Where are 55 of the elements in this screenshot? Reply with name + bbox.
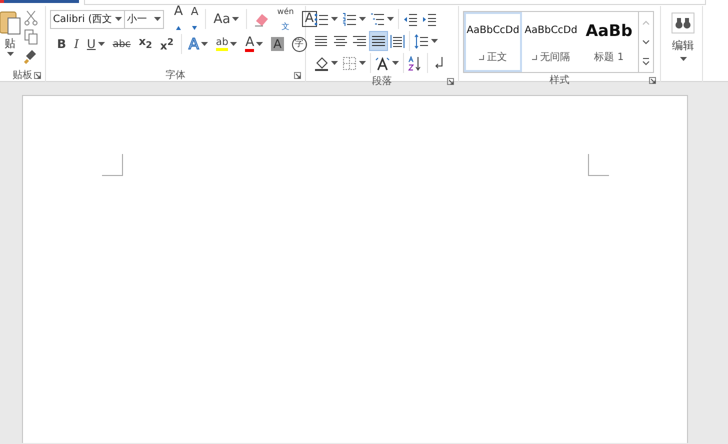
justify-icon (371, 34, 386, 48)
align-right-icon (352, 34, 367, 48)
dialog-launcher-icon[interactable] (649, 77, 656, 84)
paste-button[interactable]: 贴 (0, 8, 22, 66)
font-name-combo[interactable]: Calibri (西文 (50, 10, 125, 28)
font-size-combo[interactable]: 小一 (124, 10, 164, 28)
sort-icon (408, 56, 423, 70)
caret-icon (6, 52, 14, 56)
asian-layout-icon (375, 56, 390, 70)
dialog-launcher-icon[interactable] (34, 72, 41, 79)
caret-icon (154, 17, 161, 21)
paint-bucket-icon (314, 56, 329, 70)
copy-icon[interactable] (24, 29, 38, 45)
group-label: 段落 (372, 74, 392, 88)
justify-button[interactable] (369, 31, 388, 51)
group-label: 贴板 (12, 68, 32, 82)
corner-mark (588, 154, 609, 176)
bulleted-list-icon (314, 12, 329, 26)
underline-button[interactable]: U (82, 34, 109, 54)
line-spacing-icon (414, 34, 429, 48)
up-arrow-icon (176, 26, 181, 30)
align-center-icon (333, 34, 348, 48)
strike-button[interactable]: abc (108, 34, 135, 54)
sup-button[interactable]: x$^{2}$ (156, 34, 178, 54)
numbered-list-icon (342, 12, 357, 26)
dialog-launcher-icon[interactable] (294, 72, 301, 79)
corner-mark (102, 154, 123, 176)
binoculars-icon (671, 12, 695, 34)
enclosed-button[interactable]: 字 (288, 34, 311, 54)
distributed-icon (390, 34, 405, 48)
caret-icon (680, 57, 686, 61)
shrink-button[interactable]: A (186, 9, 202, 29)
format-painter-icon[interactable] (24, 48, 38, 64)
dialog-launcher-icon[interactable] (447, 78, 454, 85)
increase-indent-icon (422, 12, 437, 26)
eraser-icon (254, 12, 270, 26)
shaded-button[interactable]: A (267, 34, 288, 54)
sub-button[interactable]: x$_{2}$ (134, 34, 156, 54)
color-button[interactable]: A (241, 34, 268, 54)
bold-button[interactable]: B (53, 34, 70, 54)
group-label: 样式 (550, 74, 570, 87)
case-button[interactable]: Aa (209, 9, 244, 29)
group-label: 字体 (166, 68, 186, 82)
multilevel-list-icon (370, 12, 385, 26)
decrease-indent-icon (403, 12, 418, 26)
highlight-button[interactable]: ab (212, 34, 242, 54)
phonetic-button[interactable]: wén 文 (273, 9, 298, 29)
scissors-icon[interactable] (24, 10, 38, 26)
editing-button[interactable]: 编辑 (665, 9, 701, 73)
borders-icon (342, 56, 357, 70)
down-arrow-icon (192, 26, 198, 30)
italic-button[interactable]: I (70, 34, 83, 54)
align-left-icon (314, 34, 329, 48)
style-item[interactable]: AaBbCcDd 正文 (464, 12, 522, 72)
caret-icon (115, 17, 122, 21)
